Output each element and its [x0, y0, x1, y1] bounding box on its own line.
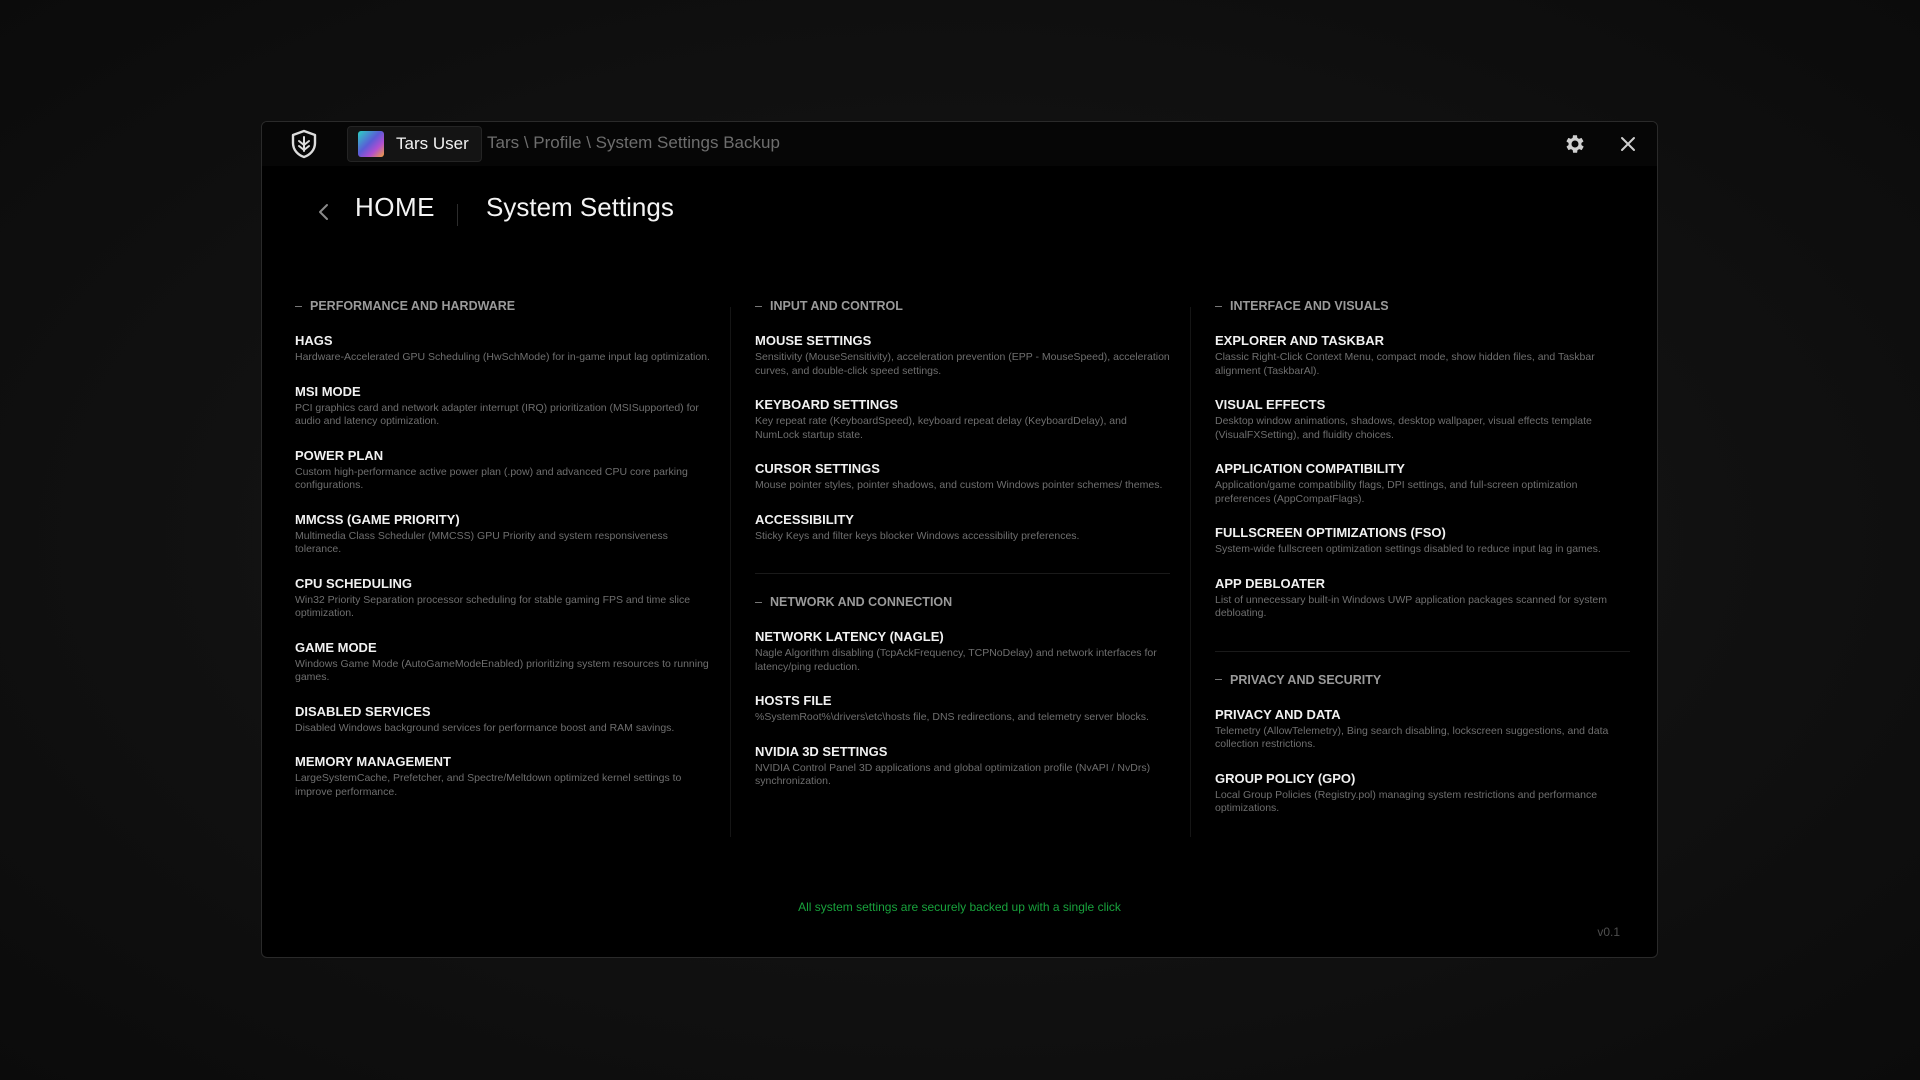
- setting-item-hosts-file[interactable]: HOSTS FILE %SystemRoot%\drivers\etc\hosts…: [755, 692, 1170, 725]
- setting-description: Key repeat rate (KeyboardSpeed), keyboar…: [755, 415, 1127, 441]
- setting-title: NETWORK LATENCY (NAGLE): [755, 629, 944, 644]
- column-divider: [730, 307, 731, 837]
- setting-description: LargeSystemCache, Prefetcher, and Spectr…: [295, 772, 682, 798]
- setting-item-fso[interactable]: FULLSCREEN OPTIMIZATIONS (FSO) System-wid…: [1215, 524, 1630, 557]
- setting-description: Desktop window animations, shadows, desk…: [1215, 415, 1592, 441]
- user-profile-chip[interactable]: Tars User: [347, 126, 482, 162]
- section-title: INPUT AND CONTROL: [770, 299, 903, 313]
- setting-item-power-plan[interactable]: POWER PLAN Custom high-performance active…: [295, 447, 710, 493]
- shield-icon: [291, 129, 317, 159]
- section-title: NETWORK AND CONNECTION: [770, 595, 953, 609]
- setting-title: CURSOR SETTINGS: [755, 461, 880, 476]
- setting-title: MEMORY MANAGEMENT: [295, 754, 451, 769]
- setting-item-app-compatibility[interactable]: APPLICATION COMPATIBILITY Application/gam…: [1215, 460, 1630, 506]
- header-divider: [457, 204, 458, 226]
- section-header: PRIVACY AND SECURITY: [1215, 672, 1630, 688]
- setting-title: FULLSCREEN OPTIMIZATIONS (FSO): [1215, 525, 1446, 540]
- setting-description: Sticky Keys and filter keys blocker Wind…: [755, 529, 1080, 542]
- column-divider: [1190, 307, 1191, 837]
- setting-item-nagle[interactable]: NETWORK LATENCY (NAGLE) Nagle Algorithm d…: [755, 628, 1170, 674]
- status-message: All system settings are securely backed …: [798, 900, 1121, 914]
- version-label: v0.1: [1597, 925, 1620, 939]
- setting-description: PCI graphics card and network adapter in…: [295, 401, 699, 428]
- setting-description: Multimedia Class Scheduler (MMCSS) GPU P…: [295, 529, 668, 556]
- setting-item-mmcss[interactable]: MMCSS (GAME PRIORITY) Multimedia Class Sc…: [295, 511, 710, 557]
- gear-icon[interactable]: [1563, 132, 1587, 156]
- setting-title: GROUP POLICY (GPO): [1215, 770, 1356, 786]
- setting-item-accessibility[interactable]: ACCESSIBILITY Sticky Keys and filter keys…: [755, 511, 1170, 544]
- section-title: PERFORMANCE AND HARDWARE: [310, 299, 516, 313]
- setting-title: ACCESSIBILITY: [755, 511, 854, 527]
- setting-item-privacy-data[interactable]: PRIVACY AND DATA Telemetry (AllowTelemetr…: [1215, 706, 1630, 752]
- setting-title: POWER PLAN: [295, 447, 384, 463]
- setting-description: %SystemRoot%\drivers\etc\hosts file, DNS…: [755, 711, 1149, 723]
- section-title: PRIVACY AND SECURITY: [1230, 672, 1382, 687]
- setting-description: Application/game compatibility flags, DP…: [1215, 479, 1578, 505]
- setting-title: KEYBOARD SETTINGS: [755, 397, 899, 412]
- page-header: HOME System Settings: [262, 182, 1657, 242]
- column-performance: PERFORMANCE AND HARDWARE HAGS Hardware-Ac…: [295, 298, 710, 799]
- setting-item-hags[interactable]: HAGS Hardware-Accelerated GPU Scheduling …: [295, 332, 710, 365]
- column-input-network: INPUT AND CONTROL MOUSE SETTINGS Sensitiv…: [755, 298, 1170, 789]
- setting-description: Classic Right-Click Context Menu, compac…: [1215, 351, 1595, 377]
- home-link[interactable]: HOME: [355, 192, 435, 223]
- section-header: NETWORK AND CONNECTION: [755, 594, 1170, 610]
- setting-title: MOUSE SETTINGS: [755, 333, 872, 348]
- setting-title: MMCSS (GAME PRIORITY): [295, 511, 460, 527]
- setting-title: APPLICATION COMPATIBILITY: [1215, 461, 1405, 476]
- title-bar: Tars User Tars \ Profile \ System Settin…: [262, 122, 1657, 166]
- breadcrumb: Tars \ Profile \ System Settings Backup: [487, 133, 780, 152]
- setting-description: Nagle Algorithm disabling (TcpAckFrequen…: [755, 647, 1157, 673]
- section-header: INTERFACE AND VISUALS: [1215, 298, 1630, 314]
- setting-description: System-wide fullscreen optimization sett…: [1215, 543, 1601, 555]
- setting-item-mouse[interactable]: MOUSE SETTINGS Sensitivity (MouseSensitiv…: [755, 332, 1170, 378]
- setting-title: VISUAL EFFECTS: [1215, 397, 1326, 412]
- setting-item-memory-management[interactable]: MEMORY MANAGEMENT LargeSystemCache, Prefe…: [295, 753, 710, 799]
- setting-title: GAME MODE: [295, 639, 377, 655]
- setting-description: Local Group Policies (Registry.pol) mana…: [1215, 788, 1598, 815]
- setting-item-app-debloater[interactable]: APP DEBLOATER List of unnecessary built-i…: [1215, 575, 1630, 621]
- setting-item-nvidia-3d[interactable]: NVIDIA 3D SETTINGS NVIDIA Control Panel 3…: [755, 743, 1170, 789]
- column-interface-privacy: INTERFACE AND VISUALS EXPLORER AND TASKB…: [1215, 298, 1630, 816]
- section-header: PERFORMANCE AND HARDWARE: [295, 298, 710, 314]
- setting-description: Mouse pointer styles, pointer shadows, a…: [755, 479, 1163, 491]
- setting-title: EXPLORER AND TASKBAR: [1215, 333, 1385, 348]
- setting-item-visual-effects[interactable]: VISUAL EFFECTS Desktop window animations,…: [1215, 396, 1630, 442]
- setting-item-cpu-scheduling[interactable]: CPU SCHEDULING Win32 Priority Separation …: [295, 575, 710, 621]
- setting-title: NVIDIA 3D SETTINGS: [755, 743, 888, 759]
- setting-item-game-mode[interactable]: GAME MODE Windows Game Mode (AutoGameMode…: [295, 639, 710, 685]
- setting-title: APP DEBLOATER: [1215, 575, 1326, 591]
- setting-title: HOSTS FILE: [755, 693, 832, 708]
- setting-title: MSI MODE: [295, 383, 361, 399]
- section-title: INTERFACE AND VISUALS: [1230, 299, 1389, 313]
- section-divider: [755, 573, 1170, 574]
- setting-item-explorer-taskbar[interactable]: EXPLORER AND TASKBAR Classic Right-Click …: [1215, 332, 1630, 378]
- setting-title: DISABLED SERVICES: [295, 703, 431, 719]
- chevron-left-icon[interactable]: [312, 200, 336, 224]
- setting-item-disabled-services[interactable]: DISABLED SERVICES Disabled Windows backgr…: [295, 703, 710, 736]
- setting-item-cursor[interactable]: CURSOR SETTINGS Mouse pointer styles, poi…: [755, 460, 1170, 493]
- section-divider: [1215, 650, 1630, 652]
- setting-description: NVIDIA Control Panel 3D applications and…: [755, 761, 1151, 788]
- setting-item-group-policy[interactable]: GROUP POLICY (GPO) Local Group Policies (…: [1215, 770, 1630, 816]
- setting-title: PRIVACY AND DATA: [1215, 706, 1341, 722]
- setting-description: List of unnecessary built-in Windows UWP…: [1215, 593, 1607, 620]
- setting-description: Hardware-Accelerated GPU Scheduling (HwS…: [295, 351, 710, 363]
- setting-description: Custom high-performance active power pla…: [295, 465, 688, 492]
- setting-item-keyboard[interactable]: KEYBOARD SETTINGS Key repeat rate (Keyboa…: [755, 396, 1170, 442]
- avatar: [358, 131, 384, 157]
- app-window: Tars User Tars \ Profile \ System Settin…: [261, 121, 1658, 958]
- page-title: System Settings: [486, 192, 674, 222]
- setting-title: HAGS: [295, 333, 333, 348]
- setting-description: Windows Game Mode (AutoGameModeEnabled) …: [295, 657, 709, 684]
- setting-title: CPU SCHEDULING: [295, 575, 413, 591]
- setting-description: Telemetry (AllowTelemetry), Bing search …: [1215, 724, 1609, 751]
- section-header: INPUT AND CONTROL: [755, 298, 1170, 314]
- user-name: Tars User: [396, 134, 469, 153]
- setting-description: Disabled Windows background services for…: [295, 721, 675, 734]
- setting-item-msi-mode[interactable]: MSI MODE PCI graphics card and network ad…: [295, 383, 710, 429]
- setting-description: Sensitivity (MouseSensitivity), accelera…: [755, 351, 1170, 377]
- close-icon[interactable]: [1615, 131, 1641, 157]
- setting-description: Win32 Priority Separation processor sche…: [295, 593, 691, 620]
